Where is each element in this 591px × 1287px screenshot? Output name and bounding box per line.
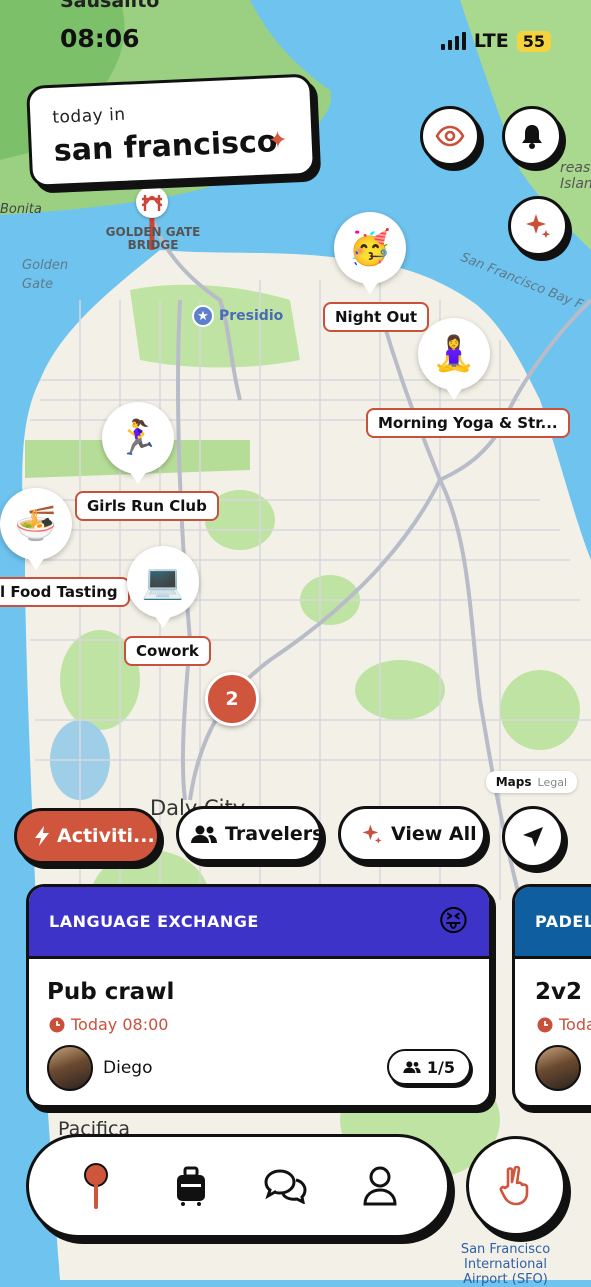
sparkles-icon — [362, 824, 382, 844]
activity-card-pub-crawl[interactable]: LANGUAGE EXCHANGE 😝 Pub crawl Today 08:0… — [26, 884, 492, 1108]
card-time: Today 08:00 — [49, 1015, 168, 1034]
bottom-navigation — [26, 1134, 450, 1238]
noodles-emoji-icon: 🍜 — [14, 504, 58, 544]
notifications-button[interactable] — [502, 106, 562, 166]
users-icon — [403, 1061, 421, 1073]
map-label-golden-gate: Golden Gate — [22, 258, 69, 292]
filter-activities[interactable]: Activiti... — [14, 808, 160, 864]
pin-cowork[interactable]: 💻 — [127, 546, 199, 628]
filter-view-all-label: View All — [391, 823, 477, 845]
pin-girls-run-club[interactable]: 🏃‍♀️ — [102, 402, 174, 484]
sparkle-icon: ✦ — [266, 125, 289, 155]
bell-icon — [522, 125, 542, 149]
filter-travelers[interactable]: Travelers — [176, 806, 322, 862]
filter-travelers-label: Travelers — [225, 823, 322, 845]
card-header: LANGUAGE EXCHANGE 😝 — [29, 887, 489, 959]
peace-hand-icon — [499, 1166, 529, 1206]
yoga-emoji-icon: 🧘‍♀️ — [432, 334, 476, 374]
card-header: PADEL — [515, 887, 591, 959]
map-pin-icon — [84, 1163, 109, 1209]
navigation-arrow-icon — [523, 827, 543, 847]
map-label-bonita: Bonita — [0, 202, 42, 217]
city-title: san francisco — [53, 124, 279, 169]
pin-food-tasting[interactable]: 🍜 — [0, 488, 72, 570]
nav-trips[interactable] — [161, 1156, 221, 1216]
pin-label-food-tasting[interactable]: l Food Tasting — [0, 577, 130, 607]
status-indicators: LTE 55 — [440, 30, 551, 52]
pin-label-morning-yoga[interactable]: Morning Yoga & Str... — [366, 408, 570, 438]
card-title: Pub crawl — [47, 979, 175, 1005]
map-label-sfo: San Francisco International Airport (SFO… — [460, 1242, 551, 1287]
users-icon — [191, 825, 217, 843]
pin-label-night-out[interactable]: Night Out — [323, 302, 430, 332]
battery-level: 55 — [516, 30, 551, 52]
status-carrier: Sausalito — [60, 0, 160, 12]
filter-activities-label: Activiti... — [57, 825, 155, 847]
network-type: LTE — [473, 30, 509, 52]
city-header-card[interactable]: today in san francisco ✦ — [26, 73, 317, 188]
maps-brand: Maps — [495, 775, 532, 789]
participant-count-badge: 1/5 — [386, 1049, 471, 1085]
map-label-golden-gate-bridge: GOLDEN GATE BRIDGE — [105, 225, 201, 252]
activity-card-padel[interactable]: PADEL 2v2 P Toda — [512, 884, 591, 1108]
pin-night-out[interactable]: 🥳 — [334, 212, 406, 294]
nav-chat[interactable] — [255, 1156, 315, 1216]
pin-label-girls-run-club[interactable]: Girls Run Club — [75, 491, 219, 521]
signal-icon — [440, 32, 466, 50]
runner-emoji-icon: 🏃‍♀️ — [116, 418, 160, 458]
recenter-location-button[interactable] — [502, 806, 564, 868]
bridge-icon[interactable] — [136, 186, 168, 218]
city-subtitle: today in — [51, 104, 127, 128]
ai-suggestions-button[interactable] — [508, 196, 568, 256]
map-label-island: reas Islan — [560, 160, 591, 192]
card-time-label: Toda — [559, 1015, 591, 1034]
profile-icon — [363, 1166, 397, 1206]
status-time: 08:06 — [60, 24, 140, 53]
filter-view-all[interactable]: View All — [338, 806, 486, 862]
nav-map[interactable] — [66, 1156, 126, 1216]
nav-profile[interactable] — [350, 1156, 410, 1216]
tongue-emoji-icon: 😝 — [437, 904, 469, 939]
participant-count: 1/5 — [426, 1057, 455, 1077]
chat-icon — [264, 1169, 307, 1204]
bolt-icon — [35, 826, 49, 846]
laptop-emoji-icon: 💻 — [141, 562, 185, 602]
eye-icon — [435, 125, 465, 147]
maps-legal-link[interactable]: Legal — [538, 776, 567, 789]
party-emoji-icon: 🥳 — [348, 228, 392, 268]
pin-morning-yoga[interactable]: 🧘‍♀️ — [418, 318, 490, 400]
star-icon: ★ — [192, 305, 214, 327]
card-time: Toda — [537, 1015, 591, 1034]
card-host[interactable]: Diego — [47, 1045, 152, 1091]
map-label-presidio: Presidio — [219, 308, 284, 324]
card-time-label: Today 08:00 — [71, 1015, 169, 1034]
card-category: LANGUAGE EXCHANGE — [49, 912, 259, 931]
card-title: 2v2 P — [535, 979, 591, 1005]
pin-label-cowork[interactable]: Cowork — [124, 636, 211, 666]
hangout-request-button[interactable] — [466, 1136, 566, 1236]
map-poi-presidio[interactable]: ★ Presidio — [192, 305, 283, 327]
clock-icon — [49, 1017, 65, 1032]
sparkles-icon — [526, 214, 551, 238]
maps-attribution[interactable]: Maps Legal — [485, 771, 577, 793]
card-category: PADEL — [535, 912, 591, 931]
luggage-icon — [176, 1166, 205, 1206]
eye-button[interactable] — [420, 106, 480, 166]
pin-cluster[interactable]: 2 — [205, 672, 259, 726]
host-name: Diego — [103, 1058, 153, 1078]
avatar — [535, 1045, 581, 1091]
avatar — [47, 1045, 93, 1091]
clock-icon — [537, 1017, 553, 1032]
